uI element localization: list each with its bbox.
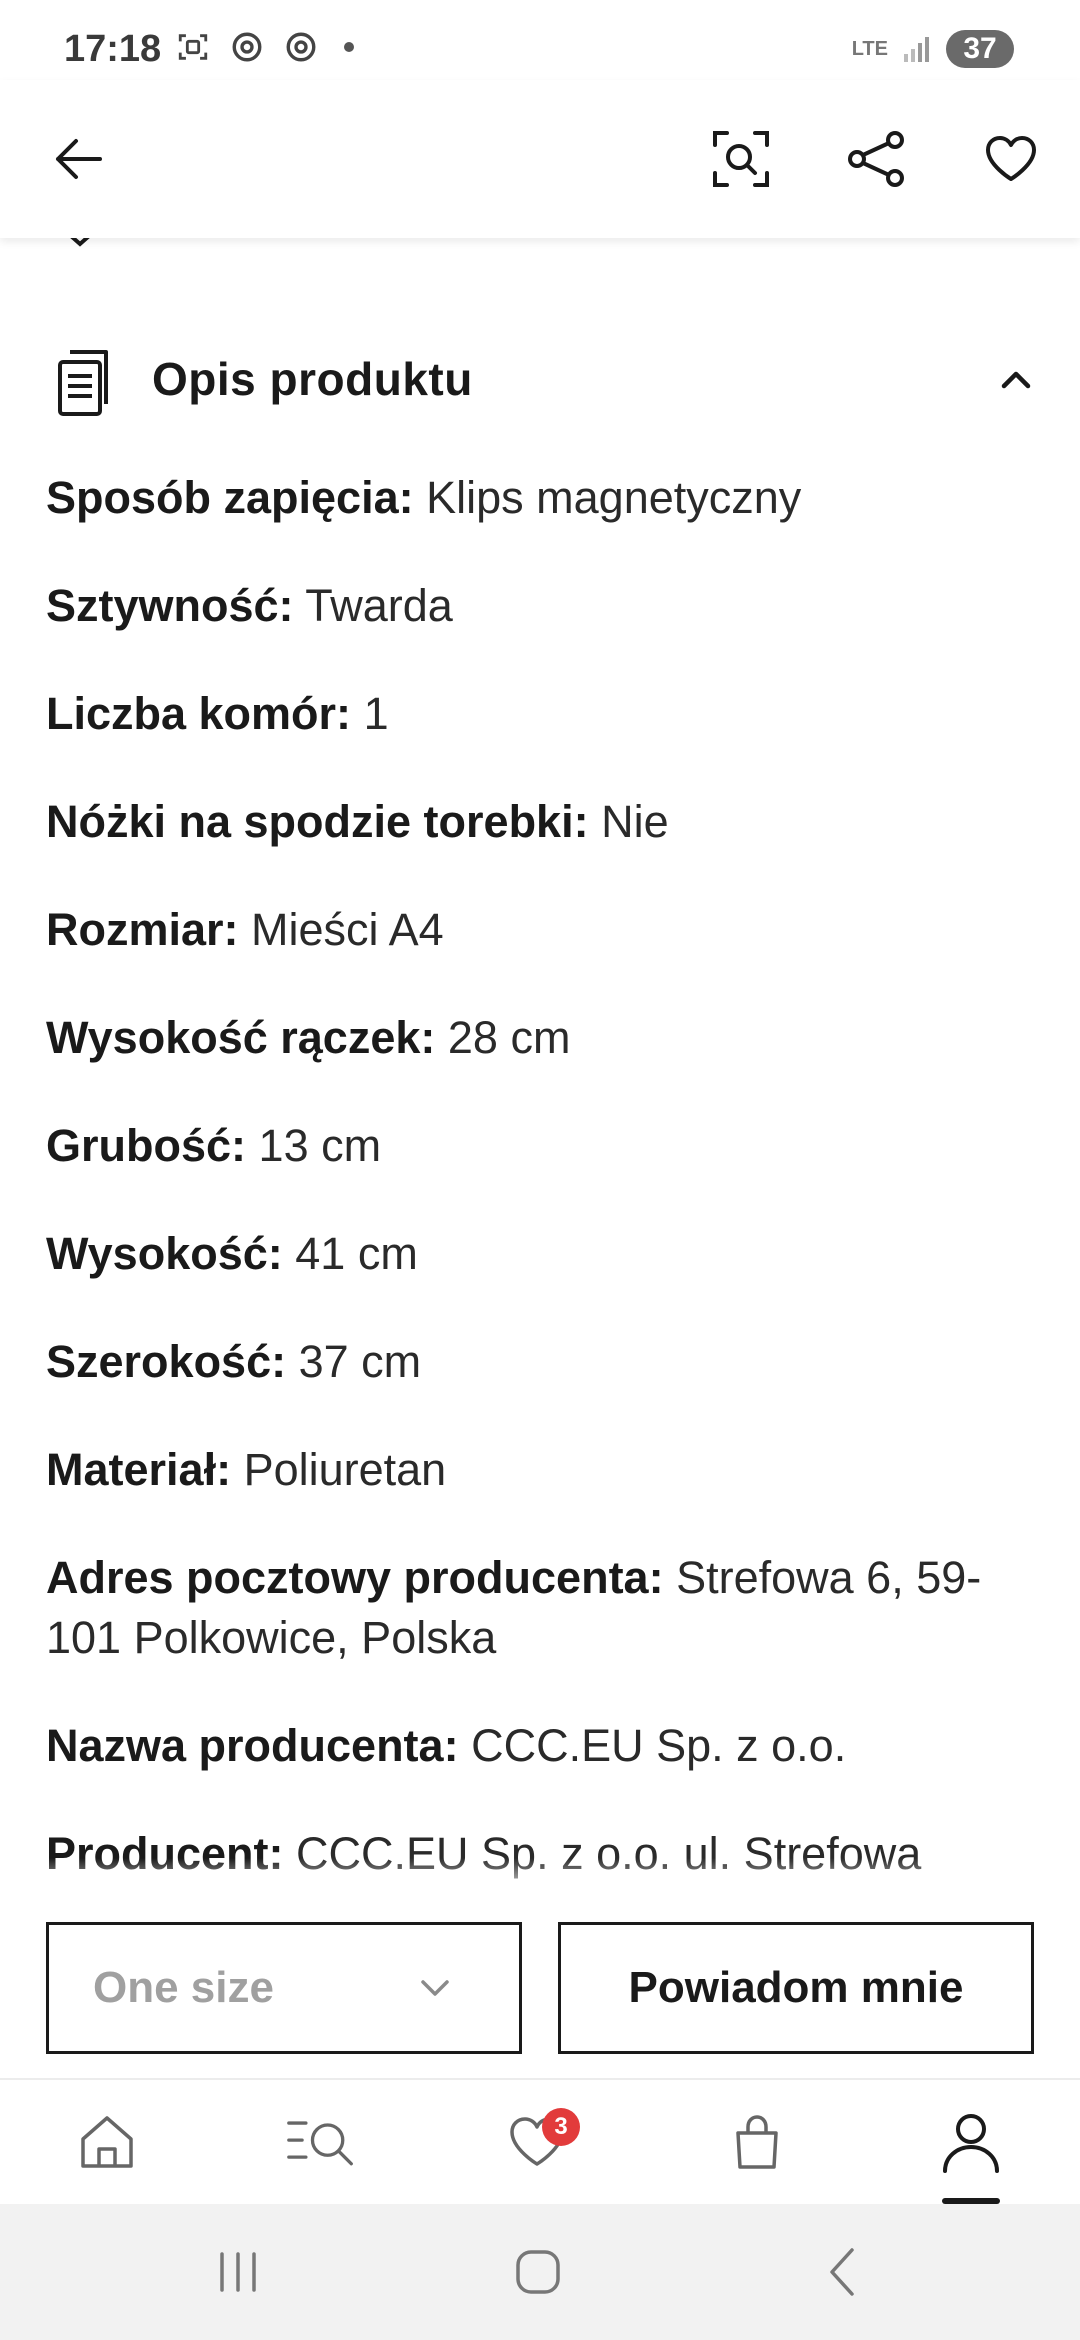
product-specs: Sposób zapięcia: Klips magnetyczny Sztyw… <box>46 468 1036 1898</box>
home-square-icon <box>516 2250 560 2294</box>
share-button[interactable] <box>842 124 912 194</box>
favorites-count-badge: 3 <box>542 2108 580 2146</box>
spec-value: 37 cm <box>298 1336 422 1387</box>
recent-apps-button[interactable] <box>208 2244 268 2300</box>
spec-value: Twarda <box>305 580 453 631</box>
chevron-down-icon <box>421 1980 449 1996</box>
spec-row: Nazwa producenta: CCC.EU Sp. z o.o. <box>46 1716 1036 1776</box>
spec-key: Sztywność: <box>46 580 294 631</box>
section-title: Opis produktu <box>152 353 473 405</box>
spec-value: Poliuretan <box>243 1444 447 1495</box>
home-icon <box>81 2116 133 2168</box>
spec-row: Szerokość: 37 cm <box>46 1332 1036 1392</box>
more-notifications-dot <box>344 42 354 52</box>
spec-key: Liczba komór: <box>46 688 352 739</box>
nav-home[interactable] <box>72 2110 142 2174</box>
chevron-up-icon[interactable] <box>996 364 1036 394</box>
product-content[interactable]: Opis produktu Sposób zapięcia: Klips mag… <box>0 238 1080 1898</box>
bottom-navigation: 3 <box>0 2078 1080 2204</box>
spec-row: Sposób zapięcia: Klips magnetyczny <box>46 468 1036 528</box>
spec-row: Rozmiar: Mieści A4 <box>46 900 1036 960</box>
spec-key: Wysokość rączek: <box>46 1012 436 1063</box>
status-bar: 17:18 LTE 37 <box>0 0 1080 80</box>
visual-search-button[interactable] <box>706 124 776 194</box>
size-select-value: One size <box>93 1963 274 2012</box>
spec-key: Materiał: <box>46 1444 232 1495</box>
spec-key: Szerokość: <box>46 1336 287 1387</box>
spec-key: Wysokość: <box>46 1228 283 1279</box>
purchase-actions: One size Powiadom mnie <box>0 1898 1080 2078</box>
visual-search-icon <box>713 131 769 187</box>
content-fade <box>0 1858 1080 1898</box>
battery-indicator: 37 <box>946 30 1014 68</box>
spec-value: 13 cm <box>258 1120 382 1171</box>
spec-value: CCC.EU Sp. z o.o. <box>471 1720 847 1771</box>
nav-account[interactable] <box>936 2110 1006 2174</box>
spec-key: Rozmiar: <box>46 904 239 955</box>
spec-row: Materiał: Poliuretan <box>46 1440 1036 1500</box>
signal-icon <box>904 37 929 62</box>
spec-row: Liczba komór: 1 <box>46 684 1036 744</box>
spec-value: 1 <box>363 688 389 739</box>
user-icon <box>943 2114 999 2173</box>
recent-apps-icon <box>220 2252 256 2292</box>
size-select[interactable]: One size <box>46 1922 522 2054</box>
spec-key: Sposób zapięcia: <box>46 472 414 523</box>
product-description-header[interactable]: Opis produktu <box>0 318 1080 438</box>
spec-row: Wysokość rączek: 28 cm <box>46 1008 1036 1068</box>
chevron-left-icon <box>830 2248 854 2296</box>
top-app-bar <box>0 80 1080 238</box>
document-icon <box>58 350 108 416</box>
spec-value: Nie <box>601 796 669 847</box>
spec-row: Sztywność: Twarda <box>46 576 1036 636</box>
notify-me-button[interactable]: Powiadom mnie <box>558 1922 1034 2054</box>
system-status: LTE 37 <box>852 30 1014 68</box>
favorite-button[interactable] <box>976 124 1046 194</box>
home-button[interactable] <box>508 2244 568 2300</box>
arrow-left-icon <box>56 139 102 179</box>
spec-value: 41 cm <box>295 1228 418 1279</box>
screenshot-icon <box>178 34 208 60</box>
search-menu-icon <box>287 2121 353 2166</box>
heart-icon <box>986 136 1036 181</box>
system-back-button[interactable] <box>812 2244 872 2300</box>
chrome-icon <box>232 32 262 62</box>
spec-row: Adres pocztowy producenta: Strefowa 6, 5… <box>46 1548 1036 1668</box>
spec-key: Nóżki na spodzie torebki: <box>46 796 589 847</box>
system-navigation-bar <box>0 2204 1080 2340</box>
spec-row: Wysokość: 41 cm <box>46 1224 1036 1284</box>
network-type: LTE <box>851 38 888 60</box>
chrome-icon-2 <box>286 32 316 62</box>
spec-key: Grubość: <box>46 1120 247 1171</box>
spec-value: 28 cm <box>447 1012 571 1063</box>
spec-value: Mieści A4 <box>251 904 444 955</box>
nav-search[interactable] <box>286 2110 356 2174</box>
bag-icon <box>736 2115 778 2169</box>
partial-icon <box>70 238 90 247</box>
spec-row: Nóżki na spodzie torebki: Nie <box>46 792 1036 852</box>
nav-cart[interactable] <box>722 2110 792 2174</box>
status-time: 17:18 <box>64 28 162 70</box>
back-button[interactable] <box>44 124 114 194</box>
spec-value: Klips magnetyczny <box>426 472 802 523</box>
notification-icons <box>176 30 354 64</box>
spec-row: Grubość: 13 cm <box>46 1116 1036 1176</box>
spec-key: Adres pocztowy producenta: <box>46 1552 664 1603</box>
share-icon <box>848 131 904 187</box>
spec-key: Nazwa producenta: <box>46 1720 459 1771</box>
